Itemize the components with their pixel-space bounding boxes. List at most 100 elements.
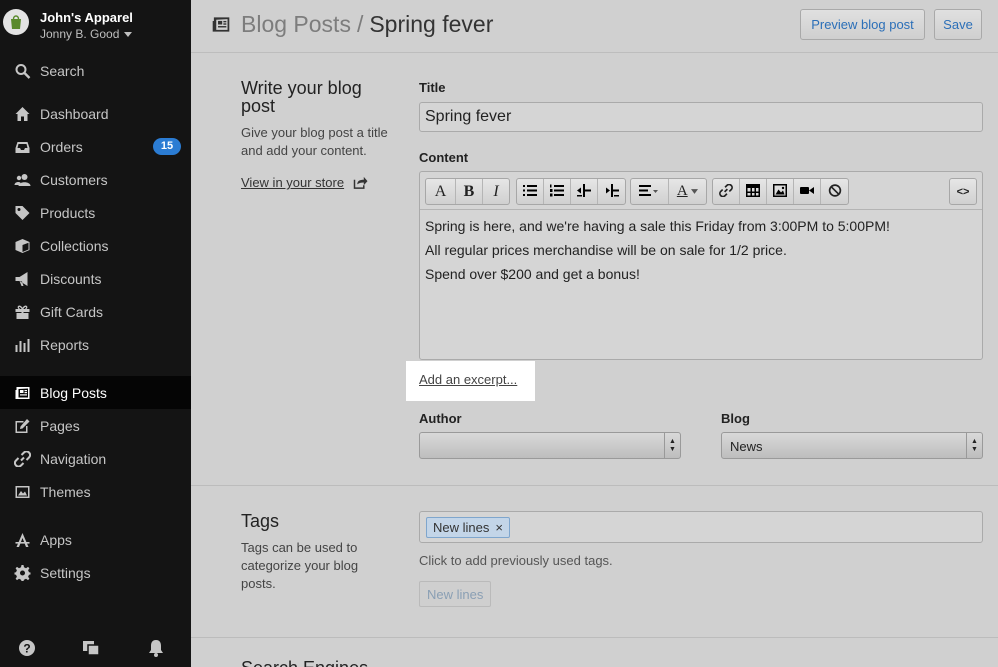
sidebar-item-dashboard[interactable]: Dashboard [0,97,191,130]
numbered-list-button[interactable] [544,179,571,204]
select-arrows-icon: ▲ ▼ [664,433,680,458]
sidebar-item-label: Navigation [40,451,107,467]
sidebar-item-collections[interactable]: Collections [0,229,191,262]
format-group: A B I [425,178,510,205]
sidebar-item-label: Pages [40,418,80,434]
section-divider [191,637,998,638]
content-line: All regular prices merchandise will be o… [425,242,787,258]
bar-chart-icon [13,336,31,353]
image-icon [13,483,31,500]
sidebar-item-blog-posts[interactable]: Blog Posts [0,376,191,409]
store-user[interactable]: Jonny B. Good [40,27,133,41]
sidebar-item-orders[interactable]: Orders 15 [0,130,191,163]
editor-content[interactable]: Spring is here, and we're having a sale … [425,214,890,286]
chevron-down-icon [124,32,133,38]
external-link-icon [353,176,369,192]
font-button[interactable]: A [426,179,456,204]
sidebar-item-label: Gift Cards [40,304,104,320]
sidebar-item-customers[interactable]: Customers [0,163,191,196]
breadcrumb: Blog Posts / Spring fever [241,11,493,38]
add-excerpt-link[interactable]: Add an excerpt... [419,372,517,387]
clear-formatting-icon [828,183,842,200]
insert-image-button[interactable] [767,179,794,204]
sidebar-search-label: Search [40,63,85,79]
align-button[interactable] [631,179,669,204]
text-color-glyph: A [676,183,688,199]
home-icon [13,105,31,122]
store-switcher[interactable]: John's Apparel Jonny B. Good [0,0,191,50]
users-icon [13,171,31,188]
tag-chip-label: New lines [433,520,490,535]
text-color-icon: A [677,183,698,200]
align-left-icon [639,184,659,200]
excerpt-highlight: Add an excerpt... [406,361,535,401]
sidebar-item-settings[interactable]: Settings [0,556,191,589]
bold-button[interactable]: B [456,179,483,204]
help-icon[interactable]: ? [17,638,37,658]
box-icon [13,237,31,254]
newspaper-icon [13,384,31,401]
bulleted-list-button[interactable] [517,179,544,204]
outdent-icon [577,183,591,200]
author-label: Author [419,411,462,426]
write-section-title: Write your blog post [241,78,362,116]
outdent-button[interactable] [571,179,598,204]
sidebar-item-reports[interactable]: Reports [0,328,191,361]
video-camera-icon [800,184,814,200]
gear-icon [13,564,31,581]
link-icon [13,450,31,467]
insert-link-button[interactable] [713,179,740,204]
insert-table-button[interactable] [740,179,767,204]
html-group: <> [949,178,977,205]
tags-input[interactable]: New lines × [419,511,983,543]
save-button[interactable]: Save [934,9,982,40]
section-divider [191,485,998,486]
title-input[interactable]: Spring fever [419,102,983,132]
clear-formatting-button[interactable] [821,179,848,204]
store-user-label: Jonny B. Good [40,27,120,41]
indent-button[interactable] [598,179,625,204]
html-source-button[interactable]: <> [950,179,976,204]
remove-tag-icon[interactable]: × [495,520,503,535]
sidebar-item-label: Reports [40,337,90,353]
write-section-desc: Give your blog post a title and add your… [241,125,388,158]
insert-video-button[interactable] [794,179,821,204]
sidebar-item-gift-cards[interactable]: Gift Cards [0,295,191,328]
sidebar-item-label: Blog Posts [40,385,107,401]
windows-icon[interactable] [81,638,101,658]
blog-selected-value: News [730,439,763,454]
store-logo-icon [3,9,29,35]
link-icon [719,183,733,200]
author-select[interactable]: ▲ ▼ [419,432,681,459]
sidebar-item-pages[interactable]: Pages [0,409,191,442]
title-label: Title [419,80,446,95]
view-in-store-link[interactable]: View in your store [241,175,369,192]
view-in-store-label: View in your store [241,175,345,190]
blog-label: Blog [721,411,750,426]
bell-icon[interactable] [146,638,166,658]
sidebar-item-apps[interactable]: Apps [0,523,191,556]
preview-blog-post-button[interactable]: Preview blog post [800,9,925,40]
previous-tag-button[interactable]: New lines [419,581,492,607]
content-line: Spend over $200 and get a bonus! [425,266,640,282]
italic-button[interactable]: I [483,179,509,204]
text-color-button[interactable]: A [669,179,707,204]
sidebar-item-discounts[interactable]: Discounts [0,262,191,295]
content-editor[interactable]: A B I A <> Spring is here, and we're hav… [419,171,983,360]
sidebar-item-products[interactable]: Products [0,196,191,229]
breadcrumb-parent-link[interactable]: Blog Posts [241,11,351,37]
sidebar-item-themes[interactable]: Themes [0,475,191,508]
sidebar-search[interactable]: Search [0,54,191,87]
sidebar-item-label: Discounts [40,271,102,287]
page-title: Spring fever [369,11,494,37]
content-line: Spring is here, and we're having a sale … [425,218,890,234]
sidebar-item-label: Orders [40,139,83,155]
blog-select[interactable]: News ▲ ▼ [721,432,983,459]
store-name: John's Apparel [40,10,133,25]
inbox-icon [13,138,31,155]
sidebar-item-label: Collections [40,238,109,254]
sidebar-item-navigation[interactable]: Navigation [0,442,191,475]
edit-icon [13,417,31,434]
sidebar-item-label: Themes [40,484,91,500]
editor-toolbar: A B I A <> [420,172,982,210]
